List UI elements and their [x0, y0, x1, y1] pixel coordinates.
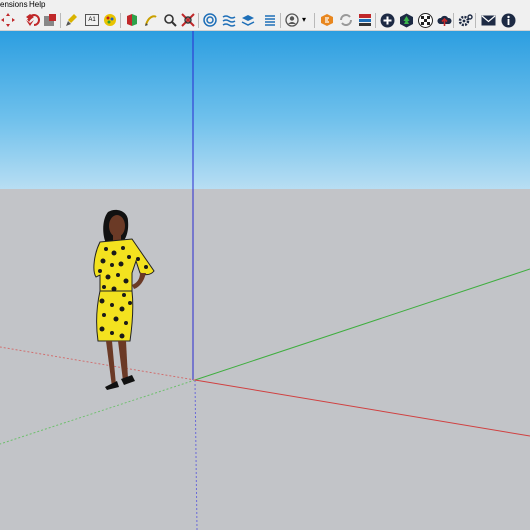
- section-plane-icon[interactable]: [124, 12, 140, 28]
- scale-figure-person[interactable]: [88, 209, 160, 391]
- 3d-viewport[interactable]: [0, 31, 530, 530]
- toolbar-separator: [120, 13, 121, 28]
- toolbar-separator: [280, 13, 281, 28]
- orbit-icon[interactable]: [143, 12, 159, 28]
- toolbar-separator: [475, 13, 476, 28]
- extension-warehouse-icon[interactable]: [319, 12, 335, 28]
- text-tool-label: A1: [85, 14, 99, 26]
- zoom-extents-icon[interactable]: [180, 12, 196, 28]
- axes: [0, 31, 530, 530]
- layout-icon[interactable]: [357, 12, 373, 28]
- toolbar-separator: [453, 13, 454, 28]
- zoom-icon[interactable]: [162, 12, 178, 28]
- green-axis: [194, 268, 530, 381]
- trimble-connect-icon[interactable]: [398, 12, 414, 28]
- shadows-icon[interactable]: [262, 12, 278, 28]
- add-icon[interactable]: [379, 12, 395, 28]
- chevron-down-icon[interactable]: ▾: [299, 12, 309, 28]
- layers-icon[interactable]: [240, 12, 256, 28]
- rotate-arrows-icon[interactable]: [26, 12, 42, 28]
- water-icon[interactable]: [221, 12, 237, 28]
- toolbar: A1 ▾: [0, 10, 530, 31]
- blue-axis-negative: [194, 379, 198, 530]
- move-icon[interactable]: [0, 12, 16, 28]
- settings-icon[interactable]: [457, 12, 473, 28]
- materials-icon[interactable]: [102, 12, 118, 28]
- toolbar-separator: [60, 13, 61, 28]
- info-icon[interactable]: [500, 12, 516, 28]
- sandbox-icon[interactable]: [202, 12, 218, 28]
- sync-icon[interactable]: [338, 12, 354, 28]
- toolbar-separator: [375, 13, 376, 28]
- user-account-icon[interactable]: [284, 12, 300, 28]
- menu-help[interactable]: Help: [29, 0, 45, 10]
- red-axis: [194, 379, 530, 437]
- toolbar-separator: [198, 13, 199, 28]
- mail-icon[interactable]: [480, 12, 496, 28]
- paint-bucket-icon[interactable]: [64, 12, 80, 28]
- menu-bar: ensions Help: [0, 0, 530, 10]
- menu-extensions[interactable]: ensions: [0, 0, 28, 10]
- cloud-upload-icon[interactable]: [436, 12, 452, 28]
- toolbar-separator: [314, 13, 315, 28]
- checker-icon[interactable]: [417, 12, 433, 28]
- text-icon[interactable]: A1: [84, 12, 100, 28]
- scale-icon[interactable]: [42, 12, 58, 28]
